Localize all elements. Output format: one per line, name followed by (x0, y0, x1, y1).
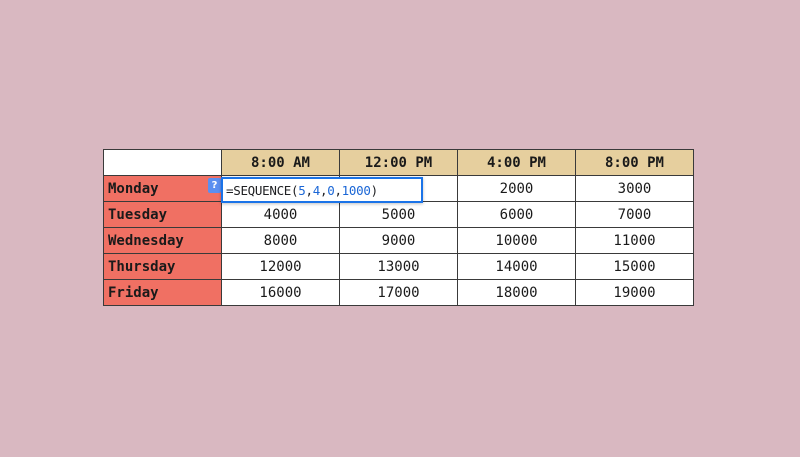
header-row: 8:00 AM 12:00 PM 4:00 PM 8:00 PM (103, 149, 694, 176)
row-header-friday[interactable]: Friday (103, 279, 222, 306)
column-header-8am[interactable]: 8:00 AM (221, 149, 340, 176)
row-header-tuesday[interactable]: Tuesday (103, 201, 222, 228)
cell-tuesday-12pm[interactable]: 5000 (339, 201, 458, 228)
cell-tuesday-8am[interactable]: 4000 (221, 201, 340, 228)
formula-arg-rows: 5 (298, 182, 306, 198)
cell-tuesday-4pm[interactable]: 6000 (457, 201, 576, 228)
column-header-12pm[interactable]: 12:00 PM (339, 149, 458, 176)
formula-editor[interactable]: =SEQUENCE(5, 4, 0, 1000) (221, 177, 423, 203)
column-header-4pm[interactable]: 4:00 PM (457, 149, 576, 176)
spreadsheet-grid: 8:00 AM 12:00 PM 4:00 PM 8:00 PM Monday … (103, 149, 694, 306)
cell-wednesday-4pm[interactable]: 10000 (457, 227, 576, 254)
cell-thursday-8pm[interactable]: 15000 (575, 253, 694, 280)
formula-arg-start: 0 (327, 182, 335, 198)
cell-wednesday-8pm[interactable]: 11000 (575, 227, 694, 254)
formula-separator: , (305, 182, 314, 198)
corner-cell[interactable] (103, 149, 222, 176)
table-row: Thursday 12000 13000 14000 15000 (103, 253, 694, 280)
cell-monday-8pm[interactable]: 3000 (575, 175, 694, 202)
formula-arg-columns: 4 (312, 182, 321, 198)
row-header-thursday[interactable]: Thursday (103, 253, 222, 280)
cell-wednesday-12pm[interactable]: 9000 (339, 227, 458, 254)
cell-friday-8pm[interactable]: 19000 (575, 279, 694, 306)
formula-function-name: =SEQUENCE( (226, 182, 299, 198)
cell-monday-4pm[interactable]: 2000 (457, 175, 576, 202)
table-row: Wednesday 8000 9000 10000 11000 (103, 227, 694, 254)
row-header-wednesday[interactable]: Wednesday (103, 227, 222, 254)
cell-friday-8am[interactable]: 16000 (221, 279, 340, 306)
column-header-8pm[interactable]: 8:00 PM (575, 149, 694, 176)
cell-friday-4pm[interactable]: 18000 (457, 279, 576, 306)
cell-thursday-4pm[interactable]: 14000 (457, 253, 576, 280)
formula-arg-step: 1000 (341, 182, 371, 198)
row-header-monday[interactable]: Monday (103, 175, 222, 202)
table-row: Tuesday 4000 5000 6000 7000 (103, 201, 694, 228)
cell-wednesday-8am[interactable]: 8000 (221, 227, 340, 254)
formula-separator: , (334, 182, 342, 198)
formula-help-icon[interactable]: ? (208, 178, 221, 193)
cell-friday-12pm[interactable]: 17000 (339, 279, 458, 306)
cell-thursday-12pm[interactable]: 13000 (339, 253, 458, 280)
cell-thursday-8am[interactable]: 12000 (221, 253, 340, 280)
formula-close-paren: ) (370, 182, 379, 198)
formula-separator: , (319, 182, 328, 198)
cell-tuesday-8pm[interactable]: 7000 (575, 201, 694, 228)
table-row: Friday 16000 17000 18000 19000 (103, 279, 694, 306)
